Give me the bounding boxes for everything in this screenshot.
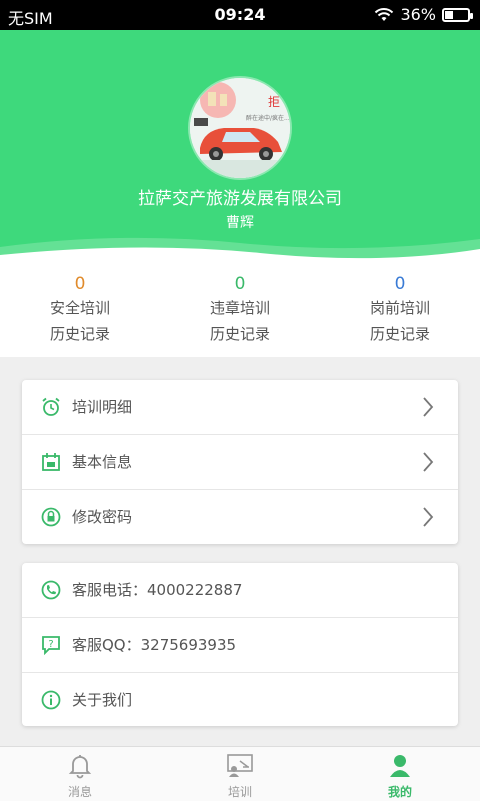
stat-violation-training[interactable]: 0 违章培训 历史记录 bbox=[160, 265, 320, 357]
menu-label: 关于我们 bbox=[72, 691, 133, 709]
nav-label: 培训 bbox=[227, 785, 252, 799]
chevron-right-icon bbox=[423, 397, 434, 417]
chevron-right-icon bbox=[423, 507, 434, 527]
menu-about-us[interactable]: 关于我们 bbox=[22, 673, 458, 727]
avatar-banner-text: 拒 bbox=[268, 95, 280, 109]
header-wave bbox=[0, 237, 480, 265]
nav-training[interactable]: 培训 bbox=[160, 747, 320, 801]
avatar[interactable]: 拒 醉在途中/疯在... bbox=[190, 78, 290, 178]
bell-icon bbox=[68, 755, 92, 779]
menu-change-password[interactable]: 修改密码 bbox=[22, 490, 458, 544]
alarm-clock-icon bbox=[42, 397, 60, 416]
menu-service-phone[interactable]: 客服电话：4000222887 bbox=[22, 563, 458, 618]
lock-icon bbox=[41, 507, 61, 527]
menu-label: 培训明细 bbox=[72, 398, 133, 416]
stat-sublabel: 历史记录 bbox=[369, 325, 430, 343]
nav-label: 我的 bbox=[387, 785, 412, 799]
menu-label: 客服QQ：3275693935 bbox=[72, 636, 237, 654]
nav-messages[interactable]: 消息 bbox=[0, 747, 160, 801]
status-bar: 无SIM 09:24 36% bbox=[0, 0, 480, 30]
svg-text:?: ? bbox=[48, 639, 53, 650]
stat-sublabel: 历史记录 bbox=[209, 325, 270, 343]
user-icon bbox=[390, 755, 410, 777]
stat-count: 0 bbox=[74, 274, 86, 294]
chevron-right-icon bbox=[423, 452, 434, 472]
nav-label: 消息 bbox=[67, 785, 92, 799]
chat-question-icon: ? bbox=[42, 636, 60, 655]
info-icon bbox=[41, 690, 61, 710]
menu-service-qq[interactable]: ? 客服QQ：3275693935 bbox=[22, 618, 458, 673]
battery-percent: 36% bbox=[400, 5, 436, 24]
calendar-icon bbox=[42, 453, 60, 471]
phone-icon bbox=[41, 580, 61, 600]
wifi-icon bbox=[375, 7, 394, 21]
stat-sublabel: 历史记录 bbox=[49, 325, 110, 343]
training-stats: 0 安全培训 历史记录 0 违章培训 历史记录 0 岗前培训 历史记录 bbox=[0, 265, 480, 357]
nav-mine[interactable]: 我的 bbox=[320, 747, 480, 801]
status-icons: 36% bbox=[374, 5, 473, 24]
avatar-image: 拒 醉在途中/疯在... bbox=[190, 78, 290, 178]
stat-pre-job-training[interactable]: 0 岗前培训 历史记录 bbox=[320, 265, 480, 357]
menu-training-details[interactable]: 培训明细 bbox=[22, 380, 458, 435]
menu-basic-info[interactable]: 基本信息 bbox=[22, 435, 458, 490]
stat-label: 安全培训 bbox=[49, 299, 110, 317]
avatar-banner-sub: 醉在途中/疯在... bbox=[246, 114, 290, 122]
training-icon bbox=[227, 754, 253, 777]
stat-label: 岗前培训 bbox=[369, 299, 430, 317]
menu-label: 客服电话：4000222887 bbox=[72, 581, 243, 599]
profile-header: 拒 醉在途中/疯在... 拉萨交产旅游发展有限公司 曹辉 bbox=[0, 30, 480, 265]
stat-count: 0 bbox=[234, 274, 246, 294]
account-menu-card: 培训明细 基本信息 修改密码 bbox=[22, 380, 458, 544]
company-name: 拉萨交产旅游发展有限公司 bbox=[138, 189, 342, 209]
support-card: 客服电话：4000222887 ? 客服QQ：3275693935 关于我们 bbox=[22, 563, 458, 726]
menu-label: 基本信息 bbox=[72, 453, 133, 471]
stat-safety-training[interactable]: 0 安全培训 历史记录 bbox=[0, 265, 160, 357]
stat-label: 违章培训 bbox=[209, 299, 270, 317]
stat-count: 0 bbox=[394, 274, 406, 294]
bottom-navigation: 消息 培训 我的 bbox=[0, 746, 480, 801]
battery-icon bbox=[442, 7, 473, 22]
menu-label: 修改密码 bbox=[72, 508, 133, 526]
